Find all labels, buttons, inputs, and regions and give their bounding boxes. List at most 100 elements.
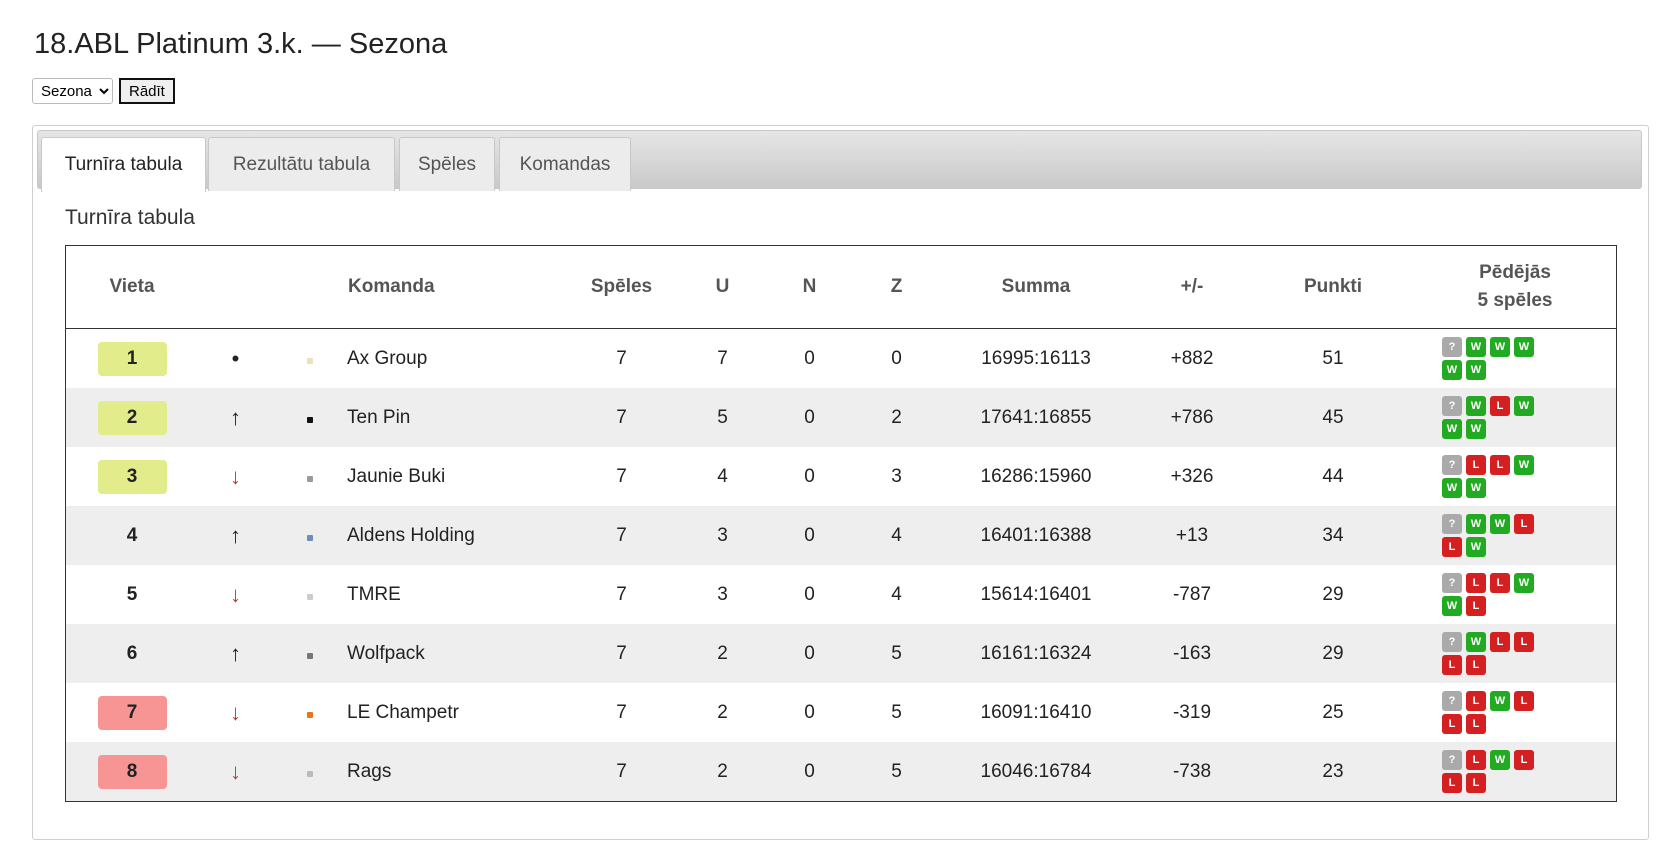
- draw-cell: 0: [804, 465, 815, 487]
- sum-cell: 16161:16324: [940, 624, 1132, 683]
- form-badge: W: [1466, 632, 1486, 652]
- sum-cell: 16286:15960: [980, 465, 1092, 487]
- season-select[interactable]: Sezona: [32, 78, 113, 104]
- form-badge: W: [1442, 360, 1462, 380]
- points-cell: 25: [1322, 701, 1344, 723]
- diff-cell: +882: [1170, 347, 1214, 369]
- diff-cell: +786: [1132, 388, 1252, 447]
- table-row: 4 ↑ Aldens Holding 7 3 0 4 16401:16388 +13 34? W W L…: [65, 506, 1617, 565]
- draw-cell: 0: [766, 388, 853, 447]
- diff-cell: -738: [1132, 742, 1252, 802]
- trend-cell: ↑: [198, 624, 273, 683]
- lost-cell: 4: [891, 583, 902, 605]
- form-badge: L: [1490, 396, 1510, 416]
- team-logo-icon: [307, 475, 313, 482]
- rank-badge: 5: [126, 583, 138, 605]
- rank-badge: 6: [126, 642, 138, 664]
- team-logo-icon: [307, 652, 313, 659]
- trend-cell: ↓: [198, 742, 273, 802]
- last5-form: ? W L L L L: [1442, 632, 1542, 675]
- form-badge: L: [1514, 750, 1534, 770]
- team-name[interactable]: Jaunie Buki: [347, 447, 564, 506]
- won-cell: 7: [717, 347, 728, 369]
- team-name[interactable]: Ax Group: [347, 329, 564, 389]
- tab-teams[interactable]: Komandas: [499, 137, 631, 191]
- sum-cell: 15614:16401: [980, 583, 1092, 605]
- form-badge: L: [1490, 573, 1510, 593]
- table-header-row: Vieta Komanda Spēles U N Z Summa +/- Pun…: [65, 245, 1617, 329]
- diff-cell: +13: [1132, 506, 1252, 565]
- team-name[interactable]: Aldens Holding: [347, 506, 564, 565]
- team-name[interactable]: Wolfpack: [347, 624, 564, 683]
- form-badge: W: [1466, 419, 1486, 439]
- form-badge: W: [1490, 691, 1510, 711]
- last5-form: ? L W L L L: [1442, 750, 1542, 793]
- tab-results[interactable]: Rezultātu tabula: [208, 137, 395, 191]
- tab-standings[interactable]: Turnīra tabula: [41, 137, 206, 192]
- lost-cell: 5: [891, 701, 902, 723]
- form-badge: ?: [1442, 573, 1462, 593]
- last5-form: ? L L W W L: [1442, 573, 1542, 616]
- diff-cell: -163: [1132, 624, 1252, 683]
- draw-cell: 0: [804, 347, 815, 369]
- tab-bar: Turnīra tabula Rezultātu tabula Spēles K…: [37, 130, 1642, 192]
- points-cell: 34: [1252, 506, 1414, 565]
- rank-badge: 8: [97, 754, 167, 789]
- tab-games[interactable]: Spēles: [399, 137, 495, 191]
- won-cell: 5: [679, 388, 766, 447]
- col-points: Punkti: [1252, 245, 1414, 329]
- standings-table: Vieta Komanda Spēles U N Z Summa +/- Pun…: [65, 245, 1617, 802]
- lost-cell: 0: [891, 347, 902, 369]
- games-cell: 7: [616, 465, 627, 487]
- form-badge: L: [1466, 455, 1486, 475]
- sum-cell: 16995:16113: [981, 347, 1091, 369]
- games-cell: 7: [616, 583, 627, 605]
- form-badge: W: [1466, 514, 1486, 534]
- place-cell: 4: [65, 506, 198, 565]
- last5-cell: ? L L W W L: [1414, 565, 1617, 624]
- logo-cell: [273, 742, 347, 802]
- section-title: Turnīra tabula: [65, 206, 195, 229]
- show-button[interactable]: Rādīt: [119, 78, 175, 104]
- team-name[interactable]: TMRE: [347, 565, 564, 624]
- form-badge: L: [1466, 655, 1486, 675]
- form-badge: W: [1490, 514, 1510, 534]
- team-name[interactable]: LE Champetr: [347, 683, 564, 742]
- form-badge: L: [1466, 691, 1486, 711]
- form-badge: W: [1466, 337, 1486, 357]
- col-games: Spēles: [564, 245, 679, 329]
- trend-indicator: ↑: [230, 404, 241, 430]
- form-badge: L: [1466, 773, 1486, 793]
- season-controls: Sezona Rādīt: [32, 78, 175, 104]
- form-badge: L: [1442, 655, 1462, 675]
- trend-cell: ↓: [198, 683, 273, 742]
- draw-cell: 0: [766, 742, 853, 802]
- form-badge: W: [1442, 478, 1462, 498]
- form-badge: W: [1514, 396, 1534, 416]
- games-cell: 7: [564, 624, 679, 683]
- draw-cell: 0: [804, 701, 815, 723]
- team-name[interactable]: Ten Pin: [347, 388, 564, 447]
- trend-indicator: ↓: [230, 699, 241, 725]
- col-sum: Summa: [940, 245, 1132, 329]
- draw-cell: 0: [804, 583, 815, 605]
- form-badge: W: [1514, 337, 1534, 357]
- last5-cell: ? W W L L W: [1414, 506, 1617, 565]
- rank-badge: 3: [97, 459, 167, 494]
- form-badge: ?: [1442, 455, 1462, 475]
- lost-cell: 5: [853, 742, 940, 802]
- lost-cell: 3: [891, 465, 902, 487]
- sum-cell: 16046:16784: [940, 742, 1132, 802]
- team-name[interactable]: Rags: [347, 742, 564, 802]
- form-badge: ?: [1442, 750, 1462, 770]
- lost-cell: 2: [853, 388, 940, 447]
- logo-cell: [273, 565, 347, 624]
- points-cell: 23: [1252, 742, 1414, 802]
- form-badge: W: [1442, 596, 1462, 616]
- form-badge: W: [1442, 419, 1462, 439]
- trend-indicator: ↓: [230, 581, 241, 607]
- trend-indicator: ↑: [230, 640, 241, 666]
- col-last5: Pēdējās 5 spēles: [1414, 245, 1617, 329]
- place-cell: 5: [66, 565, 199, 624]
- games-cell: 7: [616, 701, 627, 723]
